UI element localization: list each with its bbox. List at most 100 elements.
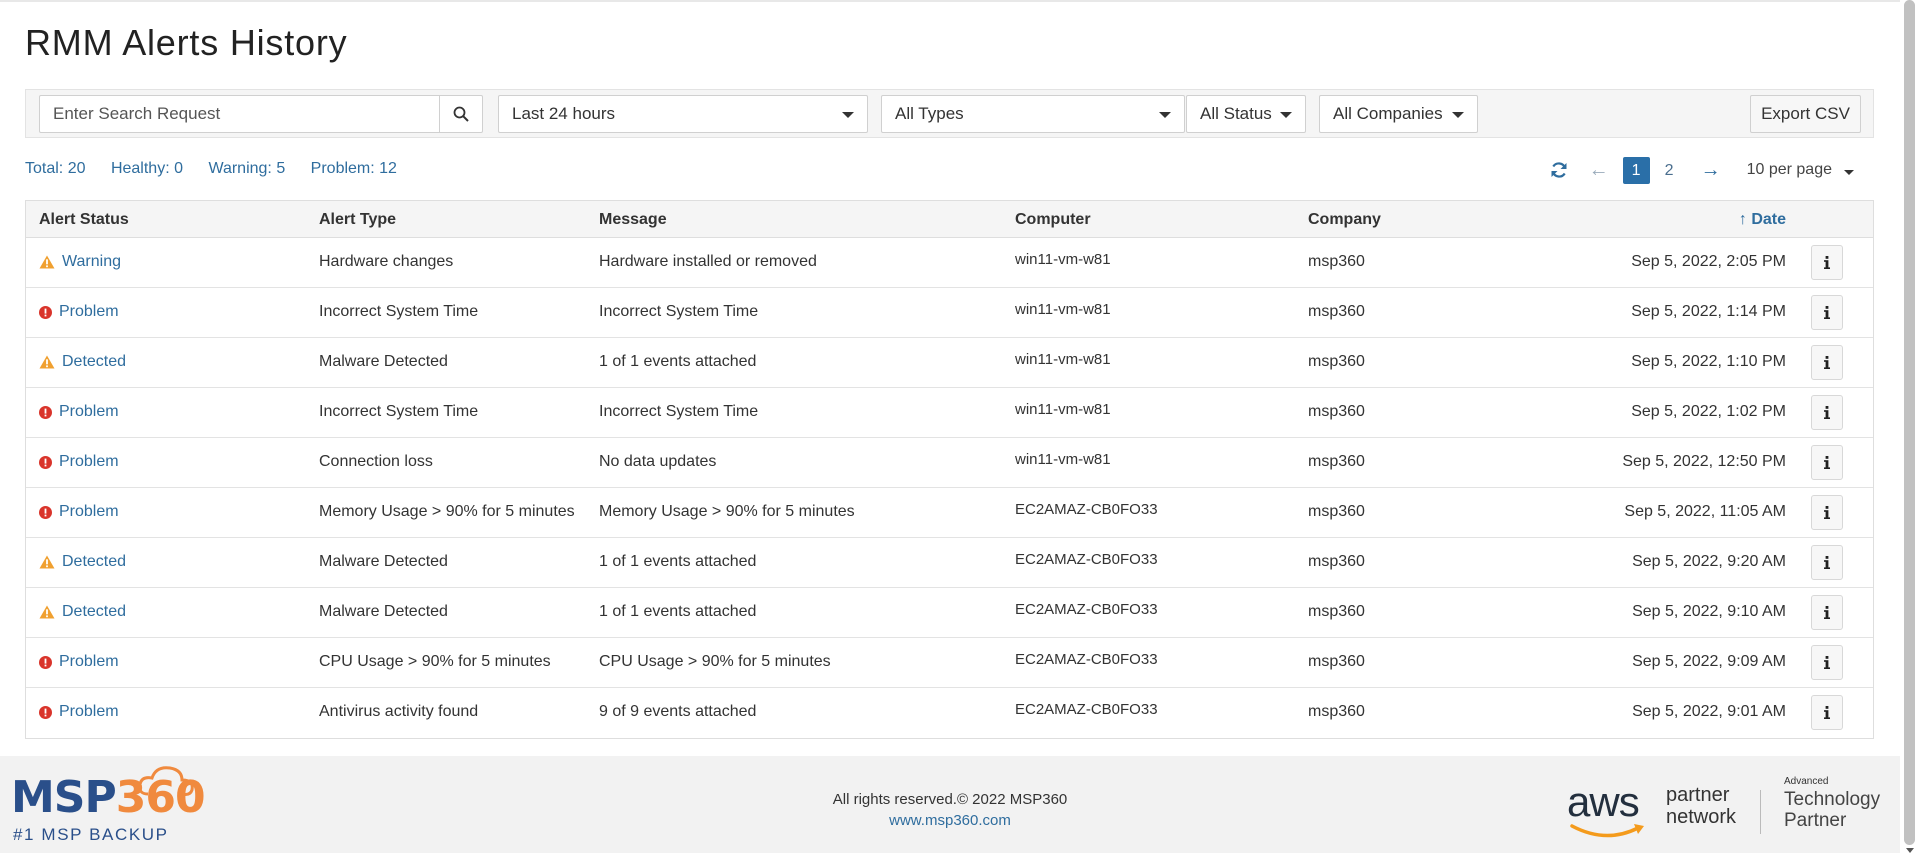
computer-cell: EC2AMAZ-CB0FO33 xyxy=(1015,701,1158,718)
summary-healthy[interactable]: Healthy: 0 xyxy=(111,160,183,177)
computer-cell: win11-vm-w81 xyxy=(1015,251,1111,268)
partner-line1: partner xyxy=(1666,784,1730,806)
exclamation-circle-icon xyxy=(39,405,52,419)
refresh-icon[interactable] xyxy=(1549,160,1569,180)
company-cell: msp360 xyxy=(1308,603,1365,620)
info-icon xyxy=(1824,256,1830,269)
main-content: RMM Alerts History Last 24 hours All Typ… xyxy=(0,0,1900,756)
message-cell: CPU Usage > 90% for 5 minutes xyxy=(599,653,831,670)
search-box xyxy=(39,95,483,133)
exclamation-circle-icon xyxy=(39,655,52,669)
export-csv-button[interactable]: Export CSV xyxy=(1750,95,1861,133)
partner-network-text: partner network xyxy=(1666,784,1736,828)
alert-status-cell: Problem xyxy=(39,453,119,471)
search-button[interactable] xyxy=(439,96,482,132)
col-message[interactable]: Message xyxy=(599,211,667,229)
divider xyxy=(1760,790,1761,834)
vertical-scrollbar[interactable] xyxy=(1900,0,1920,853)
summary-total[interactable]: Total: 20 xyxy=(25,160,85,177)
company-cell: msp360 xyxy=(1308,653,1365,670)
per-page-select[interactable]: 10 per page xyxy=(1747,161,1854,179)
company-cell: msp360 xyxy=(1308,453,1365,470)
info-icon xyxy=(1824,556,1830,569)
alert-type-cell: Incorrect System Time xyxy=(319,303,479,320)
alert-status-cell: Detected xyxy=(39,353,126,371)
warning-triangle-icon xyxy=(39,555,55,569)
col-company[interactable]: Company xyxy=(1308,211,1381,229)
page-2-button[interactable]: 2 xyxy=(1656,157,1683,184)
advanced-label: Advanced xyxy=(1784,776,1829,787)
date-cell: Sep 5, 2022, 9:10 AM xyxy=(1632,603,1786,620)
search-input[interactable] xyxy=(40,96,435,132)
alert-status-link[interactable]: Problem xyxy=(59,303,119,321)
alert-status-cell: Problem xyxy=(39,403,119,421)
info-icon xyxy=(1824,606,1830,619)
warning-triangle-icon xyxy=(39,255,55,269)
alert-status-link[interactable]: Problem xyxy=(59,653,119,671)
scroll-down-arrow-icon[interactable] xyxy=(1906,848,1914,853)
computer-cell: win11-vm-w81 xyxy=(1015,351,1111,368)
alert-status-cell: Detected xyxy=(39,603,126,621)
computer-cell: win11-vm-w81 xyxy=(1015,401,1111,418)
type-select[interactable]: All Types xyxy=(881,95,1185,133)
info-icon xyxy=(1824,356,1830,369)
page-1-button[interactable]: 1 xyxy=(1622,156,1650,184)
type-value: All Types xyxy=(895,104,964,123)
company-cell: msp360 xyxy=(1308,403,1365,420)
alert-type-cell: Malware Detected xyxy=(319,603,448,620)
tech-line1: Technology xyxy=(1784,789,1881,810)
time-range-select[interactable]: Last 24 hours xyxy=(498,95,868,133)
computer-cell: win11-vm-w81 xyxy=(1015,301,1111,318)
message-cell: 1 of 1 events attached xyxy=(599,603,757,620)
alert-status-link[interactable]: Problem xyxy=(59,403,119,421)
scrollbar-thumb[interactable] xyxy=(1904,0,1915,845)
next-page-button[interactable]: → xyxy=(1701,159,1721,182)
table-row: Problem CPU Usage > 90% for 5 minutes CPU … xyxy=(26,638,1873,688)
pagination: ← 1 2 → 10 per page xyxy=(1549,156,1854,184)
alert-status-link[interactable]: Detected xyxy=(62,353,126,371)
alert-status-link[interactable]: Detected xyxy=(62,603,126,621)
filter-bar: Last 24 hours All Types All Status All C… xyxy=(25,89,1874,138)
alert-status-link[interactable]: Problem xyxy=(59,453,119,471)
prev-page-button[interactable]: ← xyxy=(1589,159,1609,182)
col-computer[interactable]: Computer xyxy=(1015,211,1091,229)
warning-triangle-icon xyxy=(39,355,55,369)
alert-status-cell: Problem xyxy=(39,653,119,671)
status-select[interactable]: All Status xyxy=(1186,95,1306,133)
info-button[interactable] xyxy=(1811,545,1843,580)
alert-type-cell: Incorrect System Time xyxy=(319,403,479,420)
message-cell: Incorrect System Time xyxy=(599,303,759,320)
date-cell: Sep 5, 2022, 1:14 PM xyxy=(1631,303,1786,320)
date-cell: Sep 5, 2022, 12:50 PM xyxy=(1622,453,1786,470)
info-button[interactable] xyxy=(1811,345,1843,380)
alert-status-link[interactable]: Detected xyxy=(62,553,126,571)
exclamation-circle-icon xyxy=(39,705,52,719)
col-date-sort[interactable]: ↑ Date xyxy=(1739,211,1786,229)
info-button[interactable] xyxy=(1811,295,1843,330)
info-icon xyxy=(1824,456,1830,469)
info-button[interactable] xyxy=(1811,245,1843,280)
summary-warning[interactable]: Warning: 5 xyxy=(208,160,285,177)
info-button[interactable] xyxy=(1811,495,1843,530)
table-row: Problem Incorrect System Time Incorrect Sy… xyxy=(26,288,1873,338)
company-select[interactable]: All Companies xyxy=(1319,95,1478,133)
alert-type-cell: Malware Detected xyxy=(319,353,448,370)
aws-smile-icon xyxy=(1570,824,1644,838)
info-button[interactable] xyxy=(1811,395,1843,430)
alert-status-link[interactable]: Warning xyxy=(62,253,121,271)
col-alert-status[interactable]: Alert Status xyxy=(39,211,129,229)
alert-summary: Total: 20 Healthy: 0 Warning: 5 Problem:… xyxy=(25,160,418,178)
date-cell: Sep 5, 2022, 1:02 PM xyxy=(1631,403,1786,420)
info-button[interactable] xyxy=(1811,445,1843,480)
info-button[interactable] xyxy=(1811,645,1843,680)
info-button[interactable] xyxy=(1811,595,1843,630)
summary-problem[interactable]: Problem: 12 xyxy=(311,160,397,177)
alert-type-cell: Connection loss xyxy=(319,453,433,470)
info-icon xyxy=(1824,306,1830,319)
info-button[interactable] xyxy=(1811,695,1843,730)
col-alert-type[interactable]: Alert Type xyxy=(319,211,396,229)
alert-status-link[interactable]: Problem xyxy=(59,503,119,521)
alert-status-link[interactable]: Problem xyxy=(59,703,119,721)
tech-line2: Partner xyxy=(1784,810,1847,831)
table-row: Problem Incorrect System Time Incorrect Sy… xyxy=(26,388,1873,438)
